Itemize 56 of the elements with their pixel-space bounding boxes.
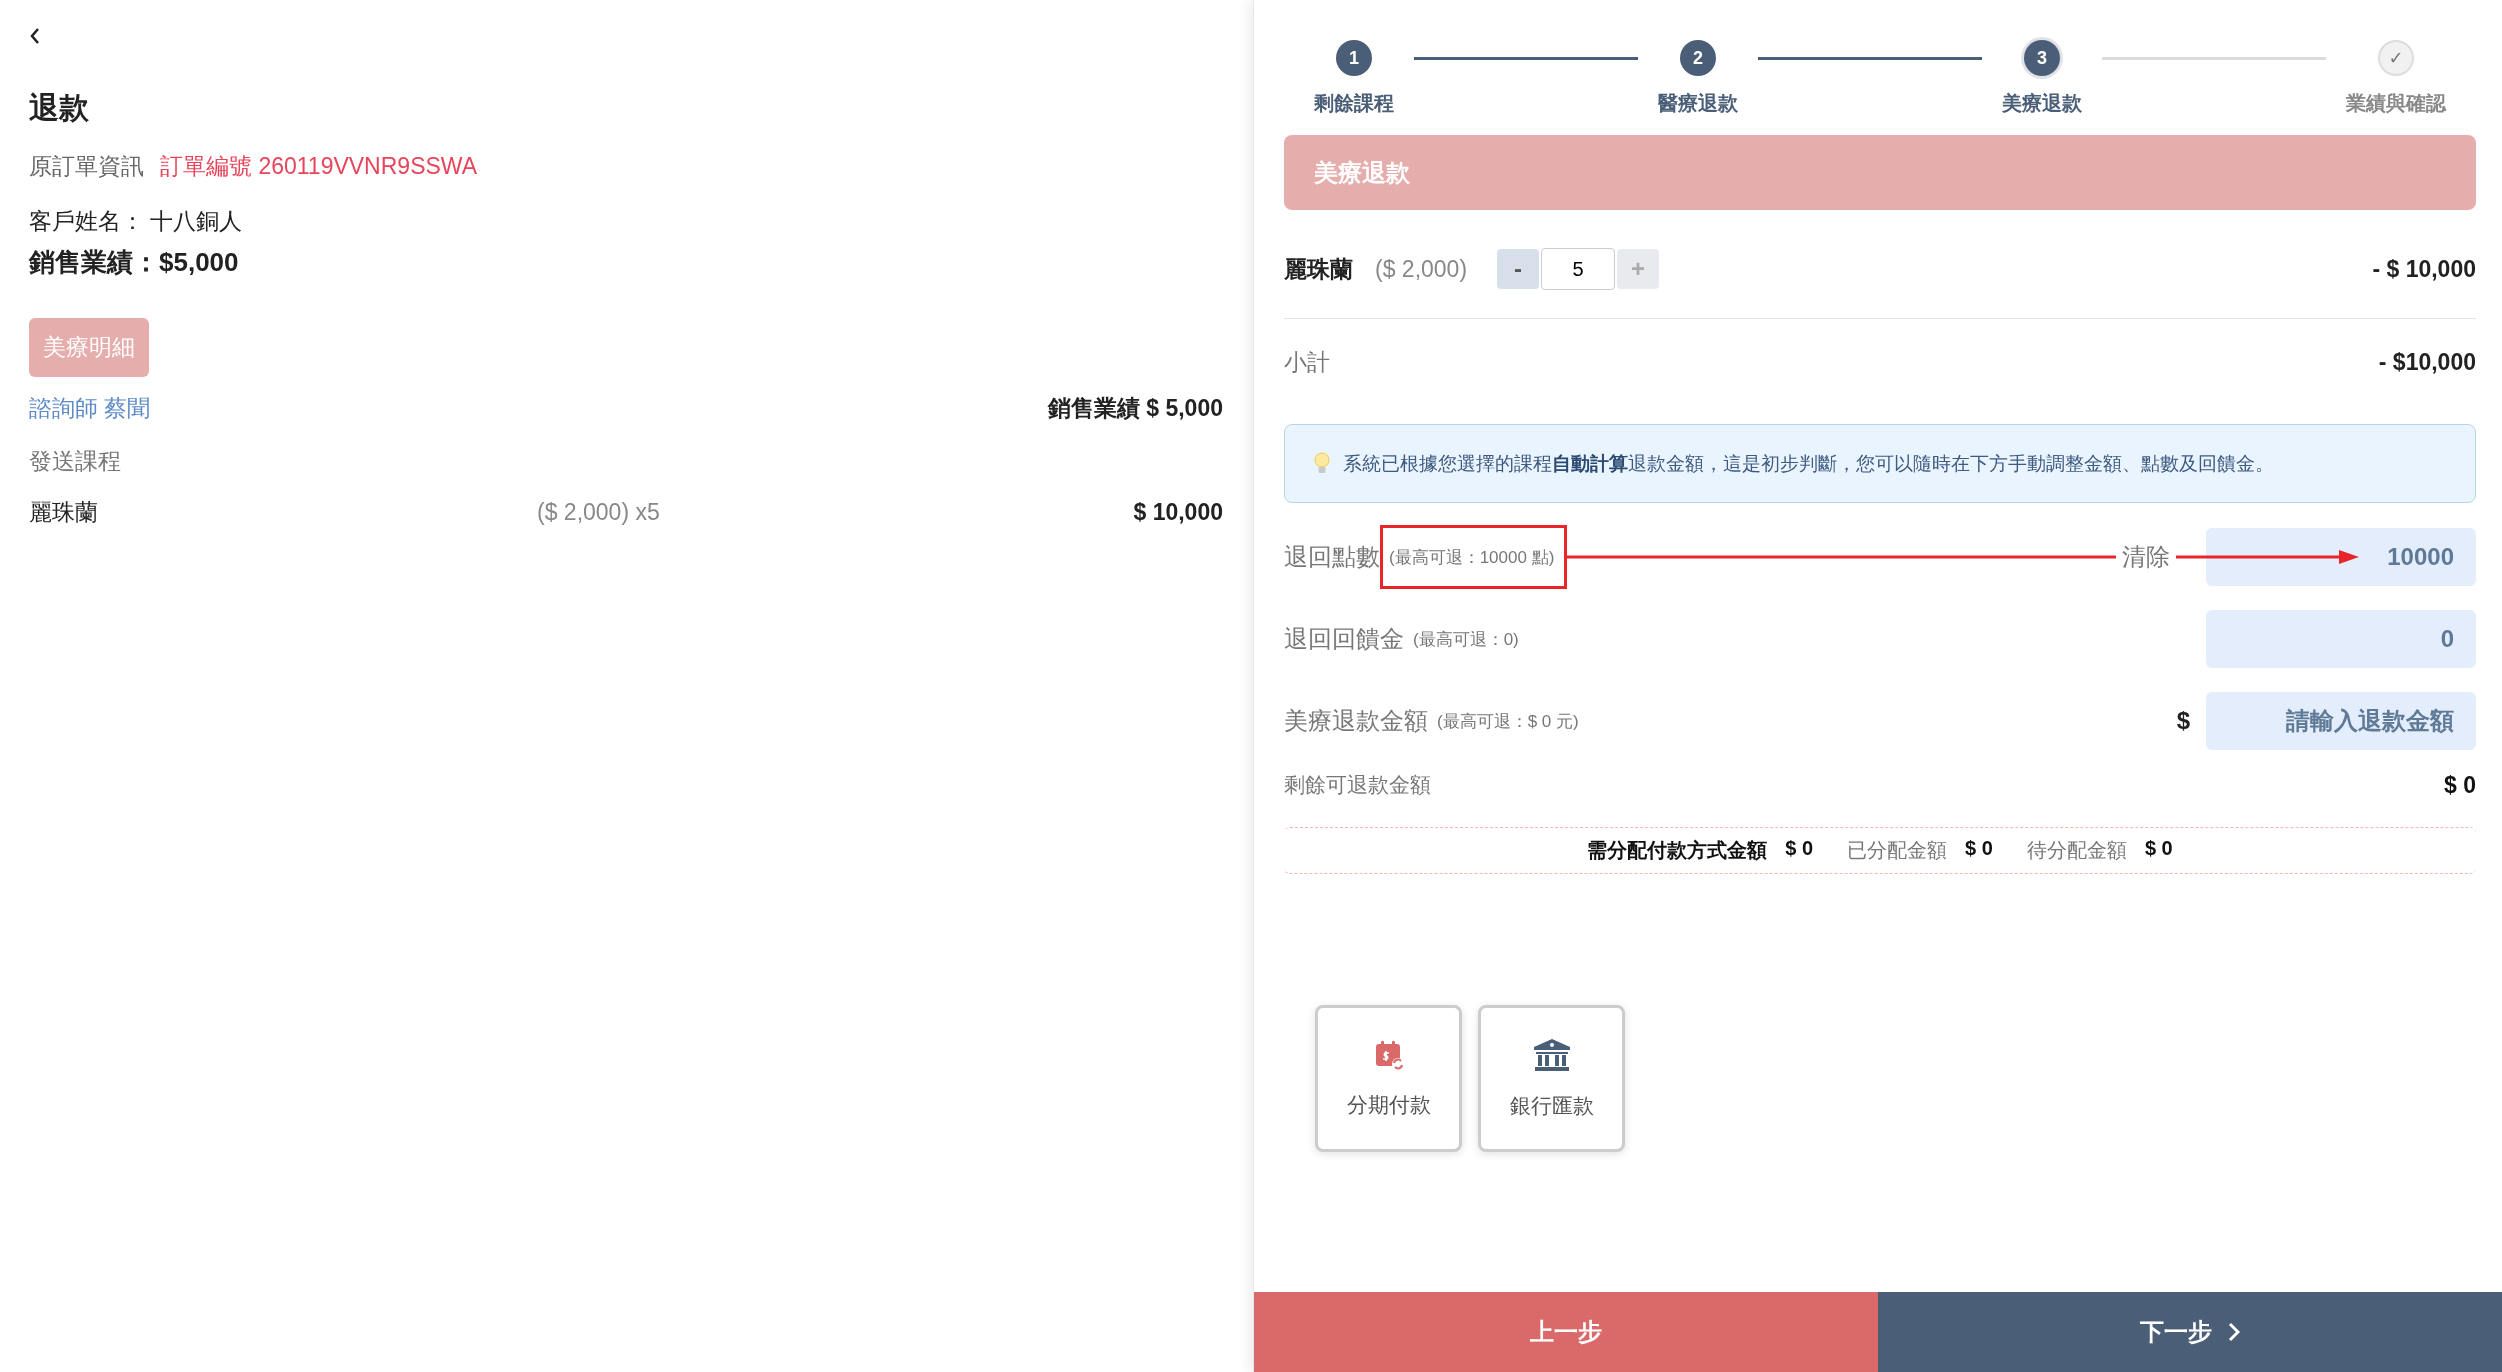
item-name: 麗珠蘭 [29,498,99,527]
field-label: 退回點數 [1284,542,1380,572]
section-header: 美療退款 [1284,135,2476,210]
field-hint: (最高可退：$ 0 元) [1437,710,1579,733]
step-label: 醫療退款 [1658,91,1738,116]
next-step-button[interactable]: 下一步 [1878,1292,2502,1372]
allocation-label: 待分配金額 [2026,838,2127,863]
allocation-label: 已分配金額 [1847,838,1948,863]
notice-text: 系統已根據您選擇的課程自動計算退款金額，這是初步判斷，您可以隨時在下方手動調整金額、點數及回饋金。 [1343,451,2274,476]
step-marker: ✓ [2378,40,2414,76]
allocation-label: 需分配付款方式金額 [1587,838,1768,863]
payment-method-card[interactable]: 銀行匯款 [1478,1005,1625,1152]
allocation-value: $ 0 [1785,837,1814,861]
item-unit-price: ($ 2,000) x5 [537,499,661,526]
field-hint: (最高可退：10000 點) [1389,546,1555,569]
step-marker: 3 [2024,40,2060,76]
back-icon [29,27,41,45]
order-info-label: 原訂單資訊 [29,152,144,181]
order-number: 訂單編號 260119VVNR9SSWA [160,152,477,181]
step-marker: 1 [1336,40,1372,76]
section-label: 發送課程 [29,447,121,476]
step-label: 業績與確認 [2346,91,2446,116]
amount-field[interactable]: 請輸入退款金額 [2206,692,2476,750]
remaining-label: 剩餘可退款金額 [1284,772,1431,798]
consultant-name: 諮詢師 蔡聞 [29,394,151,423]
chevron-right-icon [2228,1322,2240,1342]
product-price: ($ 2,000) [1375,255,1468,283]
product-amount: - $ 10,000 [2372,255,2476,283]
consultant-sales: 銷售業績 $ 5,000 [1047,394,1223,423]
product-name: 麗珠蘭 [1284,254,1353,284]
amount-field[interactable]: 0 [2206,610,2476,668]
item-amount: $ 10,000 [1133,499,1223,526]
allocation-value: $ 0 [1965,837,1993,861]
sales-total: 銷售業績：$5,000 [29,246,239,279]
lightbulb-icon [1313,451,1331,476]
payment-method-label: 銀行匯款 [1509,1092,1594,1119]
field-label: 退回回饋金 [1284,624,1404,654]
field-hint: (最高可退：0) [1413,628,1519,651]
subtotal-value: - $10,000 [2378,349,2476,376]
decrease-button[interactable]: - [1497,249,1540,289]
bank-icon [1532,1037,1571,1072]
step-label: 美療退款 [2002,91,2082,116]
previous-step-button[interactable]: 上一步 [1254,1292,1878,1372]
amount-field[interactable]: 10000 [2206,528,2476,586]
customer-name: 客戶姓名： 十八銅人 [29,207,243,236]
field-label: 美療退款金額 [1284,706,1428,736]
step-label: 剩餘課程 [1314,91,1394,116]
page-title: 退款 [29,90,90,126]
allocation-value: $ 0 [2144,837,2173,861]
payment-method-label: 分期付款 [1346,1091,1431,1118]
subtotal-label: 小計 [1284,348,1330,377]
step-marker: 2 [1680,40,1716,76]
quantity-field[interactable]: 5 [1541,248,1616,290]
payment-method-card[interactable]: 分期付款 [1315,1005,1462,1152]
currency-prefix: $ [2176,707,2190,735]
remaining-value: $ 0 [2444,771,2476,799]
